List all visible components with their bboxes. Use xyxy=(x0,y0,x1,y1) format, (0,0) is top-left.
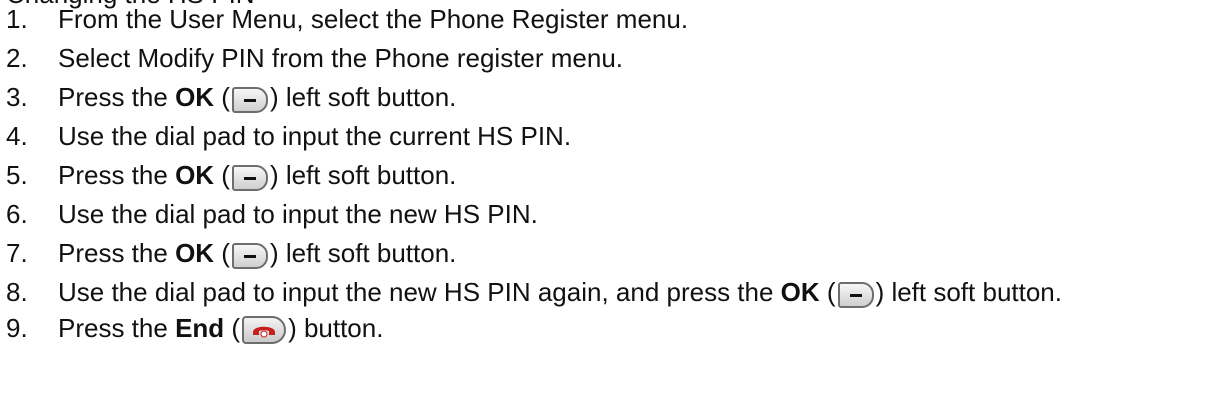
step-text: Use the dial pad to input the new HS PIN… xyxy=(58,199,538,229)
step-text-pre: Press the xyxy=(58,313,176,343)
step-text: From the User Menu, select the Phone Reg… xyxy=(58,4,689,34)
step-text-post: ) left soft button. xyxy=(269,238,457,268)
list-item: 5. Press the OK () left soft button. xyxy=(6,156,1201,195)
key-label: End xyxy=(175,313,225,343)
step-number: 7. xyxy=(6,238,28,268)
list-item: 7. Press the OK () left soft button. xyxy=(6,234,1201,273)
step-text-pre: Press the xyxy=(58,238,176,268)
soft-key-minus-icon xyxy=(231,243,268,269)
step-number: 2. xyxy=(6,43,28,73)
list-item: 2. Select Modify PIN from the Phone regi… xyxy=(6,39,1201,78)
step-number: 8. xyxy=(6,277,28,307)
step-number: 5. xyxy=(6,160,28,190)
step-number: 4. xyxy=(6,121,28,151)
list-item: 1. From the User Menu, select the Phone … xyxy=(6,0,1201,39)
step-text-pre: Press the xyxy=(58,160,176,190)
list-item: 6. Use the dial pad to input the new HS … xyxy=(6,195,1201,234)
list-item: 8. Use the dial pad to input the new HS … xyxy=(6,277,1062,308)
step-text: Select Modify PIN from the Phone registe… xyxy=(58,43,624,73)
end-call-red-handset-icon xyxy=(242,316,287,344)
handset-glyph xyxy=(253,326,276,338)
step-text-post: ) left soft button. xyxy=(269,82,457,112)
list-item: 4. Use the dial pad to input the current… xyxy=(6,117,1201,156)
step-text-post: ) left soft button. xyxy=(875,277,1062,307)
step-text: Use the dial pad to input the current HS… xyxy=(58,121,572,151)
key-label: OK xyxy=(175,160,215,190)
step-text-pre: Use the dial pad to input the new HS PIN… xyxy=(58,277,781,307)
list-item: 3. Press the OK () left soft button. xyxy=(6,78,1201,117)
list-item: 9. Press the End () button. xyxy=(6,309,1201,348)
step-number: 1. xyxy=(6,4,28,34)
step-number: 6. xyxy=(6,199,28,229)
step-text-post: ) left soft button. xyxy=(269,160,457,190)
key-label: OK xyxy=(175,238,215,268)
soft-key-minus-icon xyxy=(231,165,268,191)
step-number: 9. xyxy=(6,313,28,343)
step-text-post: ) button. xyxy=(288,313,384,343)
step-text-pre: Press the xyxy=(58,82,176,112)
instruction-list: 1. From the User Menu, select the Phone … xyxy=(6,0,1201,348)
step-number: 3. xyxy=(6,82,28,112)
key-label: OK xyxy=(780,277,820,307)
key-label: OK xyxy=(175,82,215,112)
soft-key-minus-icon xyxy=(837,282,874,308)
soft-key-minus-icon xyxy=(231,87,268,113)
